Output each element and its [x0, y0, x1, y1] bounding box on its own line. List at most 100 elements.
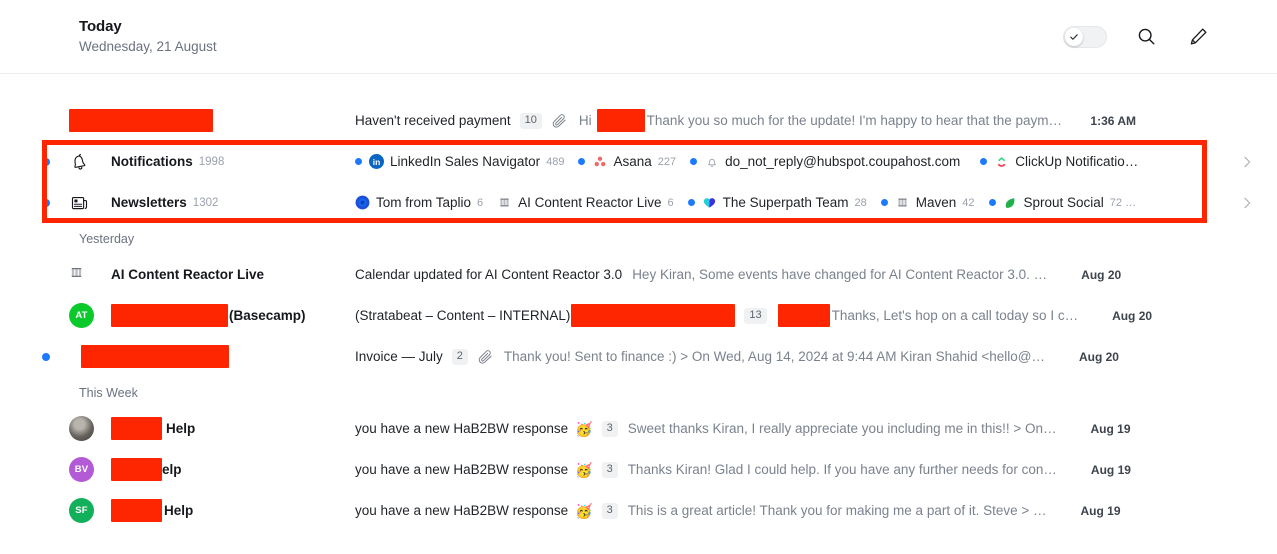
list-item-newsletters[interactable]: Newsletters 1302 Tom from Taplio 6 AI Co… [0, 182, 1277, 223]
chip-sprout-social[interactable]: Sprout Social 72 … [988, 195, 1136, 210]
row-body: you have a new HaB2BW response 🥳 3 Sweet… [355, 420, 1255, 437]
redacted-sender [111, 304, 228, 327]
sender-name: (Basecamp) [111, 304, 306, 327]
section-header-this-week: This Week [79, 385, 138, 400]
unread-dot [690, 158, 698, 165]
sender-name: AI Content Reactor Live [111, 267, 265, 282]
subject: you have a new HaB2BW response [355, 462, 569, 477]
list-item[interactable]: Help you have a new HaB2BW response 🥳 3 … [0, 408, 1277, 449]
chip-maven[interactable]: Maven 42 [880, 195, 975, 210]
row-lead [42, 345, 355, 368]
list-item[interactable]: SF Help you have a new HaB2BW response 🥳… [0, 490, 1277, 531]
calendar-icon [895, 195, 910, 210]
chip-count: 42 [962, 196, 975, 209]
preview: Thanks, Let's hop on a call today so I c… [831, 308, 1079, 323]
group-label: Notifications [111, 154, 193, 169]
thread-count-badge: 3 [601, 420, 618, 437]
avatar-slot [69, 265, 111, 285]
row-body: Haven't received payment 10 Hi Thank you… [355, 109, 1255, 132]
list-item-notifications[interactable]: Notifications 1998 in LinkedIn Sales Nav… [0, 141, 1277, 182]
thread-count-badge: 13 [744, 307, 767, 324]
chip-label: The Superpath Team [722, 195, 849, 210]
row-lead: Newsletters 1302 [42, 192, 355, 213]
chevron-right-icon[interactable] [1239, 195, 1255, 211]
chip-tom-from-taplio[interactable]: Tom from Taplio 6 [355, 195, 483, 210]
list-item[interactable]: Invoice — July 2 Thank you! Sent to fina… [0, 336, 1277, 377]
taplio-icon [355, 195, 370, 210]
calendar-icon [69, 265, 84, 285]
timestamp: Aug 19 [1080, 503, 1121, 518]
check-icon [1070, 33, 1078, 40]
preview: Sweet thanks Kiran, I really appreciate … [627, 421, 1057, 436]
list-item[interactable]: BV elp you have a new HaB2BW response 🥳 … [0, 449, 1277, 490]
avatar-slot: AT [69, 303, 111, 328]
avatar-slot: SF [69, 498, 111, 523]
sender-suffix: Help [164, 503, 194, 518]
sender-name: Help [111, 417, 195, 440]
preview-pre: Hi [578, 113, 592, 128]
page-header: Today Wednesday, 21 August [0, 0, 1277, 74]
chip-label: do_not_reply@hubspot.coupahost.com [725, 154, 961, 169]
chip-count: 227 [657, 155, 677, 168]
done-toggle[interactable] [1063, 25, 1107, 48]
row-lead [42, 109, 355, 132]
redacted-sender [111, 458, 162, 481]
chip-linkedin-sales-navigator[interactable]: in LinkedIn Sales Navigator 489 [355, 154, 564, 169]
attachment-icon [551, 112, 568, 129]
chip-clickup-notifications[interactable]: ClickUp Notificatio… [980, 154, 1144, 169]
group-icon-slot [69, 151, 111, 172]
subject: Calendar updated for AI Content Reactor … [355, 267, 623, 282]
section-header-yesterday: Yesterday [79, 231, 135, 246]
list-item[interactable]: Haven't received payment 10 Hi Thank you… [0, 100, 1277, 141]
chevron-right-icon[interactable] [1239, 154, 1255, 170]
toggle-knob [1065, 27, 1083, 46]
asana-icon [592, 154, 607, 169]
subject: Haven't received payment [355, 113, 511, 128]
header-actions [1063, 24, 1211, 50]
avatar-slot [69, 416, 111, 441]
chip-count: 489 [546, 155, 565, 168]
redacted-preview-name [777, 304, 830, 327]
thread-count-badge: 2 [451, 348, 468, 365]
row-body: (Stratabeat – Content – INTERNAL) 13 Tha… [355, 304, 1255, 327]
row-body: you have a new HaB2BW response 🥳 3 This … [355, 502, 1255, 519]
chip-asana[interactable]: Asana 227 [578, 154, 676, 169]
page-subtitle: Wednesday, 21 August [79, 39, 217, 54]
thread-count-badge: 3 [601, 461, 618, 478]
chip-label: Asana [613, 154, 652, 169]
chip-count: 6 [477, 196, 484, 209]
unread-dot [42, 198, 50, 207]
sender-suffix: (Basecamp) [229, 308, 306, 323]
timestamp: Aug 19 [1090, 462, 1131, 477]
bell-icon [69, 151, 90, 172]
avatar: AT [69, 303, 94, 328]
compose-button[interactable] [1185, 24, 1211, 50]
row-body: you have a new HaB2BW response 🥳 3 Thank… [355, 461, 1255, 478]
sender-name: Help [111, 499, 193, 522]
row-lead: SF Help [42, 498, 355, 523]
subject: Invoice — July [355, 349, 443, 364]
row-body: Calendar updated for AI Content Reactor … [355, 267, 1255, 282]
preview: Thanks Kiran! Glad I could help. If you … [627, 462, 1057, 477]
header-titles: Today Wednesday, 21 August [79, 17, 217, 56]
subject: you have a new HaB2BW response [355, 421, 569, 436]
list-item[interactable]: AI Content Reactor Live Calendar updated… [0, 254, 1277, 295]
chip-ai-content-reactor-live[interactable]: AI Content Reactor Live 6 [497, 195, 674, 210]
calendar-icon [497, 195, 512, 210]
unread-slot [42, 157, 69, 166]
chip-label: Tom from Taplio [376, 195, 472, 210]
row-lead: AI Content Reactor Live [42, 265, 355, 285]
sender-name [69, 109, 213, 132]
svg-text:in: in [373, 157, 380, 167]
bell-outline-icon [704, 154, 719, 169]
unread-dot [578, 158, 586, 165]
page-title: Today [79, 18, 122, 35]
subject-pre: (Stratabeat – Content – INTERNAL) [355, 308, 571, 323]
chip-hubspot-coupahost[interactable]: do_not_reply@hubspot.coupahost.com [690, 154, 966, 169]
list-item[interactable]: AT (Basecamp) (Stratabeat – Content – IN… [0, 295, 1277, 336]
chip-the-superpath-team[interactable]: The Superpath Team 28 [687, 195, 867, 210]
party-face-emoji: 🥳 [575, 420, 593, 437]
chip-list: Tom from Taplio 6 AI Content Reactor Liv… [355, 195, 1231, 210]
timestamp: Aug 20 [1081, 267, 1122, 282]
search-button[interactable] [1133, 24, 1159, 50]
